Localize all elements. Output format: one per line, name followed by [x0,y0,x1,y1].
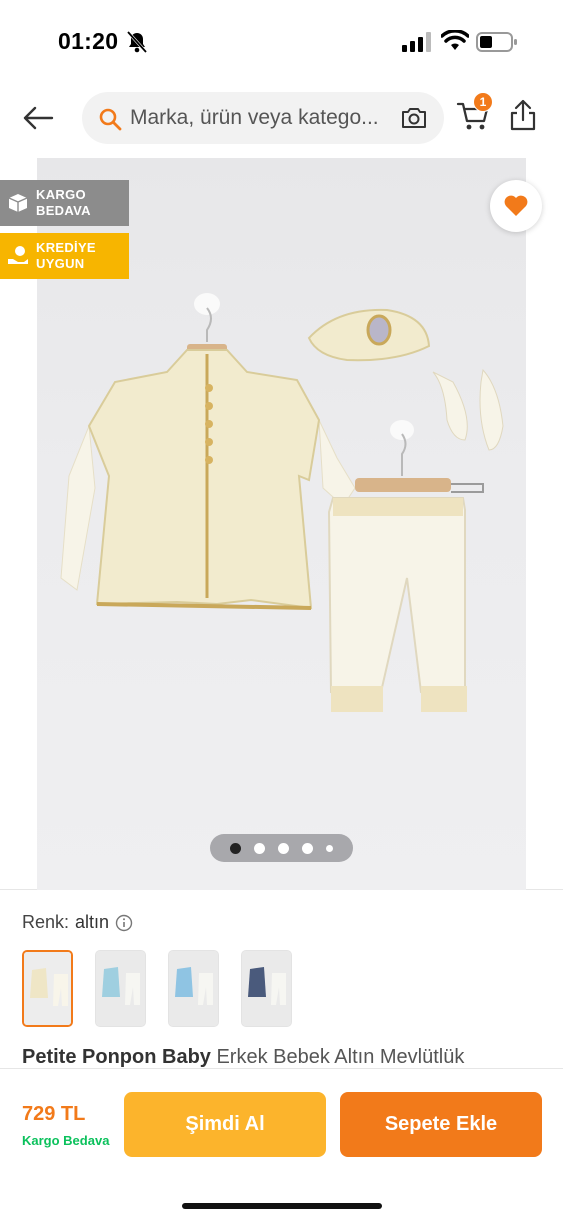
color-variants [22,950,292,1027]
variant-image [242,951,291,1026]
search-icon [99,108,122,131]
pager-dot[interactable] [230,842,241,854]
color-selector-label: Renk: altın [22,912,133,933]
arrow-left-icon [23,106,54,130]
variant-thumbnail-blue[interactable] [95,950,146,1027]
cart-count-badge: 1 [473,92,493,112]
share-button[interactable] [508,98,540,138]
home-indicator[interactable] [182,1203,382,1209]
add-to-cart-button[interactable]: Sepete Ekle [340,1092,542,1157]
cellular-signal-icon [402,32,431,52]
badge-line: KARGO [36,187,86,202]
product-name: Erkek Bebek Altın Mevlütlük [216,1046,465,1068]
image-pager[interactable] [210,834,353,862]
status-time: 01:20 [58,28,119,54]
search-bar[interactable]: Marka, ürün veya katego... [82,92,444,144]
camera-search-icon[interactable] [400,105,428,131]
free-shipping-badge: KARGO BEDAVA [0,180,129,226]
product-title: Petite Ponpon Baby Erkek Bebek Altın Mev… [22,1046,552,1068]
color-value: altın [75,912,110,932]
package-icon [8,194,28,212]
free-shipping-text: Kargo Bedava [22,1133,110,1148]
badge-line: BEDAVA [36,203,91,218]
color-label-text: Renk: [22,912,70,932]
favorite-button[interactable] [490,180,542,232]
share-icon [510,99,536,131]
status-bar: 01:20 [0,0,563,82]
search-input[interactable]: Marka, ürün veya katego... [130,106,400,130]
variant-image [24,952,71,1025]
pager-dot[interactable] [278,842,289,854]
cart-button[interactable]: 1 [456,92,496,138]
top-navigation: Marka, ürün veya katego... 1 [0,82,563,158]
product-price: 729 TL [22,1103,86,1125]
badge-line: UYGUN [36,256,85,271]
buy-now-button[interactable]: Şimdi Al [124,1092,326,1157]
battery-icon [476,32,517,52]
credit-available-badge: KREDİYE UYGUN [0,233,129,279]
badge-line: KREDİYE [36,240,96,255]
heart-icon [504,195,528,216]
bell-muted-icon [126,30,148,54]
purchase-bar: 729 TL Kargo Bedava Şimdi Al Sepete Ekle [0,1068,563,1219]
product-gallery[interactable]: KARGO BEDAVA KREDİYE UYGUN [0,158,563,890]
back-button[interactable] [18,98,58,138]
variant-image [96,951,145,1026]
pager-dot[interactable] [254,842,265,854]
pager-dot[interactable] [326,844,333,852]
wifi-icon [441,30,469,50]
variant-thumbnail-light-blue[interactable] [168,950,219,1027]
product-brand[interactable]: Petite Ponpon Baby [22,1046,211,1068]
pager-dot[interactable] [302,842,313,854]
variant-image [169,951,218,1026]
variant-thumbnail-navy[interactable] [241,950,292,1027]
hand-coin-icon [8,246,28,264]
info-icon[interactable] [115,914,133,932]
variant-thumbnail-gold[interactable] [22,950,73,1027]
